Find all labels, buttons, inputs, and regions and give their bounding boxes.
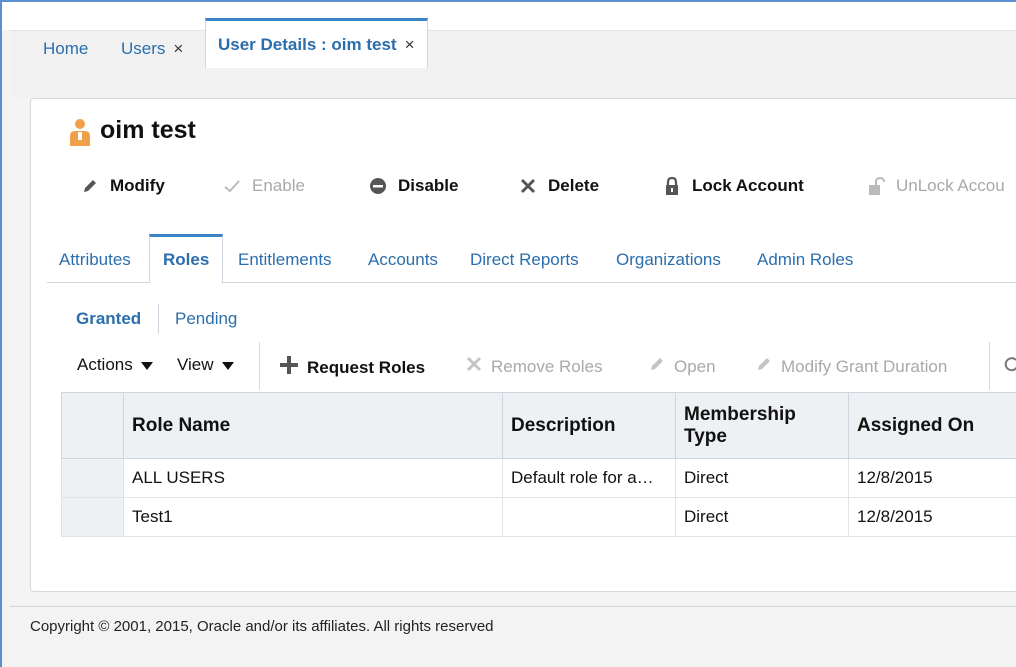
request-roles-label: Request Roles: [307, 357, 426, 377]
pencil-icon: [755, 355, 773, 378]
cell-membership-type: Direct: [675, 458, 849, 498]
close-icon[interactable]: ×: [405, 35, 415, 54]
toolbar-divider: [259, 342, 260, 390]
lock-icon: [662, 176, 682, 196]
subtab-divider: [158, 304, 159, 334]
view-menu-label: View: [177, 355, 214, 374]
top-strip: [2, 2, 1016, 30]
x-icon: [465, 355, 483, 378]
caret-down-icon: [140, 355, 153, 375]
x-icon: [518, 176, 538, 196]
tab-home[interactable]: Home: [43, 30, 88, 68]
pencil-icon: [80, 176, 100, 196]
tab-users-label: Users: [121, 39, 166, 58]
toolbar-divider: [989, 342, 990, 390]
unlock-account-label: UnLock Accou: [896, 176, 1005, 195]
refresh-button[interactable]: [1004, 355, 1016, 378]
view-menu[interactable]: View: [177, 355, 234, 375]
delete-label: Delete: [548, 176, 600, 195]
unlock-icon: [866, 176, 886, 196]
cell-description: [502, 497, 676, 537]
open-button[interactable]: Open: [648, 355, 716, 378]
actions-menu-label: Actions: [77, 355, 133, 374]
table-row[interactable]: Test1 Direct 12/8/2015: [61, 497, 1016, 537]
page-title: oim test: [100, 116, 196, 144]
cell-role-name: ALL USERS: [123, 458, 503, 498]
tab-admin-roles[interactable]: Admin Roles: [757, 250, 853, 270]
tab-accounts[interactable]: Accounts: [368, 250, 438, 270]
user-icon: [70, 119, 90, 146]
cell-membership-type: Direct: [675, 497, 849, 537]
lock-account-button[interactable]: Lock Account: [662, 174, 804, 198]
row-selector-header: [61, 392, 124, 459]
remove-roles-label: Remove Roles: [491, 356, 603, 376]
column-header-description[interactable]: Description: [502, 392, 676, 459]
disable-button[interactable]: Disable: [368, 174, 458, 198]
row-selector[interactable]: [61, 458, 124, 498]
tab-entitlements[interactable]: Entitlements: [238, 250, 332, 270]
plus-icon: [279, 355, 299, 380]
modify-grant-duration-button[interactable]: Modify Grant Duration: [755, 355, 947, 378]
subtab-pending[interactable]: Pending: [175, 309, 237, 329]
column-header-membership-type[interactable]: Membership Type: [675, 392, 849, 459]
cell-role-name: Test1: [123, 497, 503, 537]
enable-button[interactable]: Enable: [222, 174, 305, 198]
disable-label: Disable: [398, 176, 459, 195]
cell-description: Default role for a…: [502, 458, 676, 498]
refresh-icon: [1004, 355, 1016, 378]
caret-down-icon: [221, 355, 234, 375]
table-row[interactable]: ALL USERS Default role for a… Direct 12/…: [61, 458, 1016, 498]
tab-direct-reports[interactable]: Direct Reports: [470, 250, 579, 270]
column-header-assigned-on[interactable]: Assigned On: [848, 392, 1016, 459]
request-roles-button[interactable]: Request Roles: [279, 355, 425, 380]
row-selector[interactable]: [61, 497, 124, 537]
column-header-role-name[interactable]: Role Name: [123, 392, 503, 459]
modify-label: Modify: [110, 176, 165, 195]
tab-users[interactable]: Users ×: [121, 30, 183, 68]
subtab-granted[interactable]: Granted: [76, 309, 141, 329]
unlock-account-button[interactable]: UnLock Accou: [866, 174, 1005, 198]
tab-home-label: Home: [43, 39, 89, 58]
tab-attributes[interactable]: Attributes: [59, 250, 131, 270]
roles-table: Role Name Description Membership Type As…: [61, 392, 1016, 537]
cell-assigned-on: 12/8/2015: [848, 458, 1016, 498]
modify-button[interactable]: Modify: [80, 174, 165, 198]
copyright-text: Copyright © 2001, 2015, Oracle and/or it…: [30, 618, 494, 635]
open-label: Open: [674, 356, 716, 376]
close-icon[interactable]: ×: [173, 39, 183, 58]
actions-menu[interactable]: Actions: [77, 355, 153, 375]
delete-button[interactable]: Delete: [518, 174, 599, 198]
tab-organizations[interactable]: Organizations: [616, 250, 721, 270]
minus-circle-icon: [368, 176, 388, 196]
footer-divider: [10, 606, 1016, 607]
enable-label: Enable: [252, 176, 305, 195]
pencil-icon: [648, 355, 666, 378]
lock-account-label: Lock Account: [692, 176, 804, 195]
table-header-row: Role Name Description Membership Type As…: [61, 392, 1016, 459]
tab-user-details[interactable]: User Details : oim test ×: [205, 18, 428, 68]
modify-grant-duration-label: Modify Grant Duration: [781, 356, 948, 376]
cell-assigned-on: 12/8/2015: [848, 497, 1016, 537]
tab-user-details-label: User Details : oim test: [218, 35, 397, 54]
remove-roles-button[interactable]: Remove Roles: [465, 355, 603, 378]
check-icon: [222, 176, 242, 196]
tab-roles[interactable]: Roles: [149, 234, 224, 283]
